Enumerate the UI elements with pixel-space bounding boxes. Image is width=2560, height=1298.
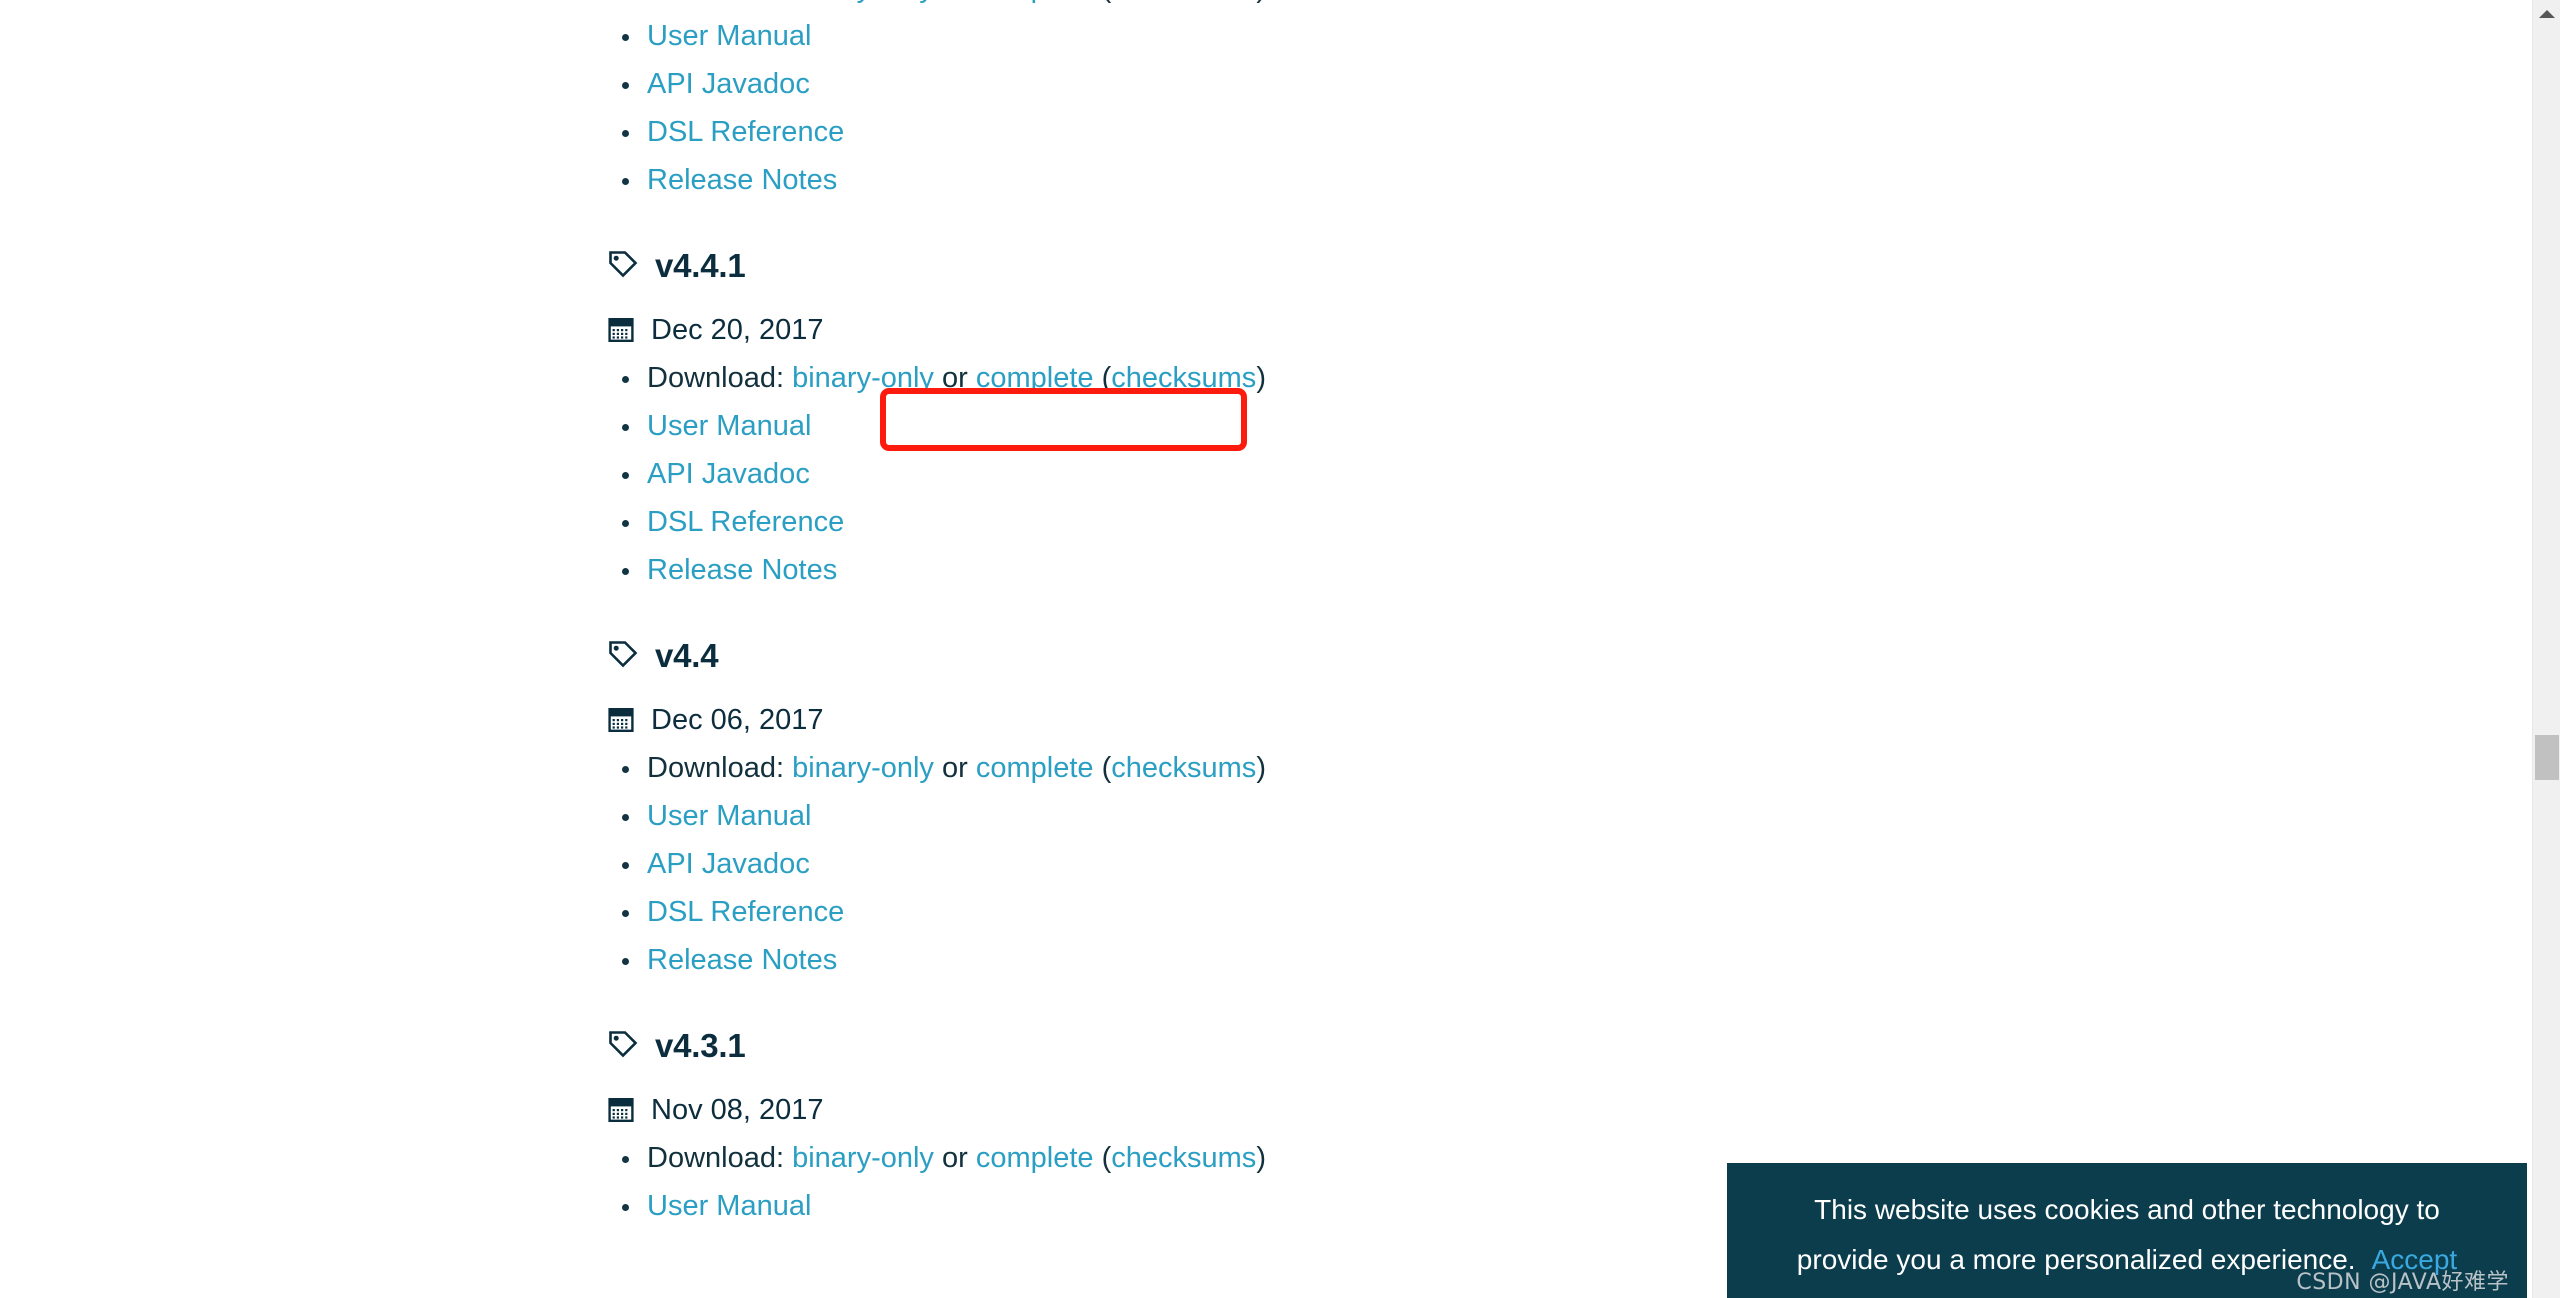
or-label: or bbox=[942, 0, 968, 4]
checksums-link[interactable]: checksums bbox=[1111, 752, 1256, 784]
version-heading: v4.3.1 bbox=[608, 1022, 2510, 1068]
or-label: or bbox=[942, 1142, 968, 1174]
version-label: v4.4 bbox=[655, 636, 719, 674]
api-javadoc-link[interactable]: API Javadoc bbox=[647, 68, 810, 100]
cookie-text-line-1: This website uses cookies and other tech… bbox=[1814, 1194, 2440, 1225]
release-links: Download: binary-only or complete (check… bbox=[608, 0, 2510, 204]
scrollbar-thumb[interactable] bbox=[2535, 735, 2559, 780]
date-label: Nov 08, 2017 bbox=[651, 1093, 824, 1126]
list-item: DSL Reference bbox=[622, 888, 2510, 936]
open-paren: ( bbox=[1101, 1142, 1112, 1174]
download-label: Download: bbox=[647, 752, 785, 784]
user-manual-link[interactable]: User Manual bbox=[647, 1190, 811, 1222]
list-item: Download: binary-only or complete (check… bbox=[647, 0, 2510, 12]
dsl-reference-link[interactable]: DSL Reference bbox=[647, 896, 844, 928]
release-block: v4.4 Dec 06, 2017 Download: binary-only … bbox=[608, 632, 2510, 984]
release-notes-link[interactable]: Release Notes bbox=[647, 944, 837, 976]
close-paren: ) bbox=[1256, 362, 1266, 394]
checksums-link[interactable]: checksums bbox=[1111, 362, 1256, 394]
csdn-watermark: CSDN @JAVA好难学 bbox=[2296, 1270, 2509, 1295]
release-notes-link[interactable]: Release Notes bbox=[647, 554, 837, 586]
binary-only-link[interactable]: binary-only bbox=[792, 1142, 934, 1174]
api-javadoc-link[interactable]: API Javadoc bbox=[647, 848, 810, 880]
scroll-up-button[interactable] bbox=[2533, 0, 2560, 28]
calendar-icon bbox=[608, 318, 634, 343]
version-heading: v4.4.1 bbox=[608, 242, 2510, 288]
user-manual-link[interactable]: User Manual bbox=[647, 20, 811, 52]
api-javadoc-link[interactable]: API Javadoc bbox=[647, 458, 810, 490]
dsl-reference-link[interactable]: DSL Reference bbox=[647, 116, 844, 148]
open-paren: ( bbox=[1101, 362, 1112, 394]
checksums-link[interactable]: checksums bbox=[1111, 0, 1256, 4]
download-label: Download: bbox=[647, 362, 785, 394]
list-item: Download: binary-only or complete (check… bbox=[622, 354, 2510, 402]
list-item: Release Notes bbox=[622, 546, 2510, 594]
close-paren: ) bbox=[1256, 1142, 1266, 1174]
release-date: Nov 08, 2017 bbox=[608, 1086, 2510, 1134]
list-item: API Javadoc bbox=[622, 450, 2510, 498]
version-heading: v4.4 bbox=[608, 632, 2510, 678]
list-item: API Javadoc bbox=[622, 840, 2510, 888]
download-label: Download: bbox=[647, 1142, 785, 1174]
close-paren: ) bbox=[1256, 752, 1266, 784]
complete-link[interactable]: complete bbox=[976, 752, 1094, 784]
complete-link[interactable]: complete bbox=[976, 362, 1094, 394]
list-item: User Manual bbox=[622, 792, 2510, 840]
user-manual-link[interactable]: User Manual bbox=[647, 800, 811, 832]
complete-link[interactable]: complete bbox=[976, 0, 1094, 4]
list-item: User Manual bbox=[622, 12, 2510, 60]
triangle-up-icon bbox=[2539, 10, 2555, 18]
release-links: Download: binary-only or complete (check… bbox=[608, 354, 2510, 594]
calendar-icon bbox=[608, 708, 634, 733]
vertical-scrollbar[interactable] bbox=[2532, 0, 2560, 1298]
checksums-link[interactable]: checksums bbox=[1111, 1142, 1256, 1174]
list-item: API Javadoc bbox=[622, 60, 2510, 108]
user-manual-link[interactable]: User Manual bbox=[647, 410, 811, 442]
open-paren: ( bbox=[1102, 0, 1112, 4]
list-item: Download: binary-only or complete (check… bbox=[622, 744, 2510, 792]
tag-icon bbox=[609, 251, 638, 278]
close-paren: ) bbox=[1256, 0, 1266, 4]
list-item: Release Notes bbox=[622, 936, 2510, 984]
release-block: Download: binary-only or complete (check… bbox=[608, 0, 2510, 204]
tag-icon bbox=[609, 1031, 638, 1058]
version-label: v4.4.1 bbox=[655, 246, 746, 284]
version-label: v4.3.1 bbox=[655, 1026, 746, 1064]
binary-only-link[interactable]: binary-only bbox=[792, 752, 934, 784]
release-list: Download: binary-only or complete (check… bbox=[0, 0, 2510, 1230]
list-item: DSL Reference bbox=[622, 498, 2510, 546]
release-date: Dec 20, 2017 bbox=[608, 306, 2510, 354]
list-item: User Manual bbox=[622, 402, 2510, 450]
release-links: Download: binary-only or complete (check… bbox=[608, 744, 2510, 984]
cookie-text-line-2-label: provide you a more personalized experien… bbox=[1796, 1244, 2356, 1275]
release-block: v4.4.1 Dec 20, 2017 Download: binary-onl… bbox=[608, 242, 2510, 594]
calendar-icon bbox=[608, 1098, 634, 1123]
list-item: DSL Reference bbox=[622, 108, 2510, 156]
or-label: or bbox=[942, 362, 968, 394]
date-label: Dec 06, 2017 bbox=[651, 703, 824, 736]
open-paren: ( bbox=[1101, 752, 1112, 784]
download-label: Download: bbox=[647, 0, 784, 4]
binary-only-link[interactable]: binary-only bbox=[792, 0, 934, 4]
browser-viewport: Download: binary-only or complete (check… bbox=[0, 0, 2560, 1298]
tag-icon bbox=[609, 641, 638, 668]
dsl-reference-link[interactable]: DSL Reference bbox=[647, 506, 844, 538]
complete-link[interactable]: complete bbox=[976, 1142, 1094, 1174]
or-label: or bbox=[942, 752, 968, 784]
list-item: Release Notes bbox=[622, 156, 2510, 204]
release-date: Dec 06, 2017 bbox=[608, 696, 2510, 744]
release-notes-link[interactable]: Release Notes bbox=[647, 164, 837, 196]
binary-only-link[interactable]: binary-only bbox=[792, 362, 934, 394]
date-label: Dec 20, 2017 bbox=[651, 313, 824, 346]
cookie-consent-banner: This website uses cookies and other tech… bbox=[1727, 1163, 2527, 1298]
